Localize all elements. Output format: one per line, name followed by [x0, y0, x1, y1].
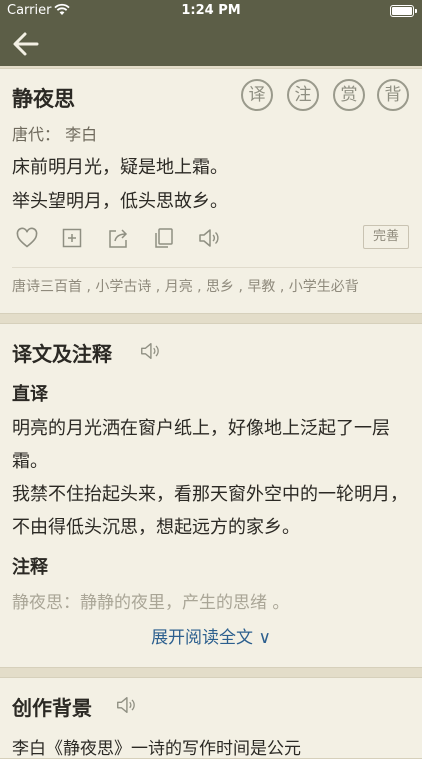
heart-icon[interactable]: [15, 226, 39, 250]
notes-heading: 注释: [12, 557, 48, 578]
back-arrow-icon[interactable]: [10, 28, 42, 60]
improve-button[interactable]: 完善: [363, 225, 409, 249]
speaker-icon[interactable]: [197, 226, 221, 250]
translate-seal-button[interactable]: 译: [241, 79, 273, 111]
speaker-icon[interactable]: [139, 340, 161, 362]
poem-tags[interactable]: 唐诗三百首 , 小学古诗 , 月亮 , 思乡 , 早教 , 小学生必背: [12, 276, 410, 296]
annotate-seal-button[interactable]: 注: [287, 79, 319, 111]
status-bar: Carrier 1:24 PM: [0, 0, 422, 22]
add-icon[interactable]: [60, 226, 84, 250]
appreciate-seal-button[interactable]: 赏: [333, 79, 365, 111]
speaker-icon[interactable]: [115, 694, 137, 716]
translation-paragraph: 我禁不住抬起头来，看那天窗外空中的一轮明月，不由得低头沉思，想起远方的家乡。: [12, 484, 408, 538]
section-title: 创作背景: [12, 696, 92, 720]
battery-icon: [390, 5, 417, 17]
background-preview: 李白《静夜思》一诗的写作时间是公元: [12, 739, 301, 759]
poem-title: 静夜思: [12, 87, 75, 111]
share-icon[interactable]: [106, 226, 130, 250]
note-preview: 静夜思：静静的夜里，产生的思绪 。: [12, 593, 290, 613]
recite-seal-button[interactable]: 背: [377, 79, 409, 111]
expand-full-text-link[interactable]: 展开阅读全文 ∨: [0, 623, 422, 648]
poem-line: 举头望明月，低头思故乡。: [12, 191, 228, 212]
direct-translation-heading: 直译: [12, 384, 48, 405]
poem-card: 静夜思 译 注 赏 背 唐代： 李白 床前明月光，疑是地上霜。 举头望明月，低头…: [0, 68, 422, 314]
translation-paragraph: 明亮的月光洒在窗户纸上，好像地上泛起了一层霜。: [12, 418, 390, 472]
background-card: 创作背景 李白《静夜思》一诗的写作时间是公元: [0, 677, 422, 759]
translation-card: 译文及注释 直译 明亮的月光洒在窗户纸上，好像地上泛起了一层霜。 我禁不住抬起头…: [0, 323, 422, 668]
divider: [12, 267, 422, 268]
nav-bar: [0, 22, 422, 66]
section-title: 译文及注释: [12, 342, 112, 366]
copy-icon[interactable]: [152, 226, 176, 250]
clock: 1:24 PM: [181, 3, 241, 18]
poem-line: 床前明月光，疑是地上霜。: [12, 157, 228, 178]
poem-author: 唐代： 李白: [12, 125, 98, 144]
